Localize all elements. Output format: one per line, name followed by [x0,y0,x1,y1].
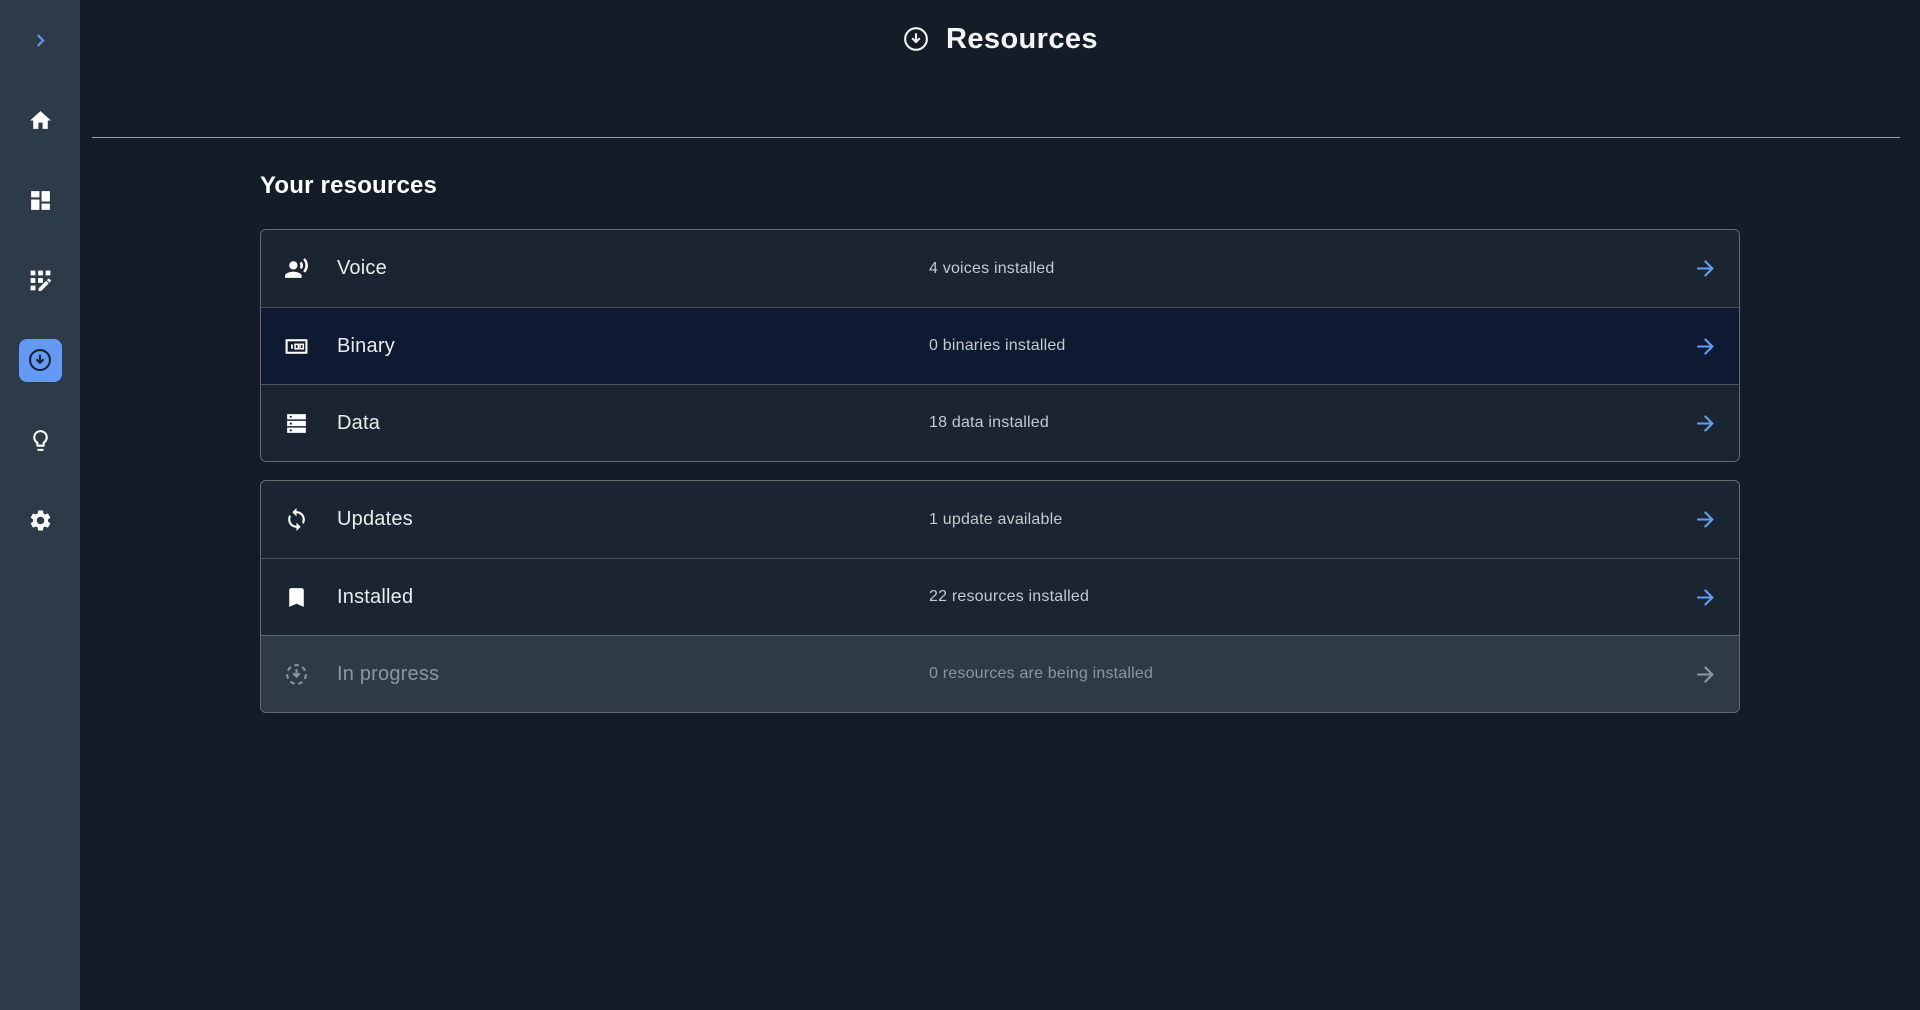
download-circle-icon [27,347,53,373]
page-header: Resources [80,0,1920,78]
row-status: 4 voices installed [929,260,1054,278]
bookmark-icon [284,585,309,610]
resource-group-types: Voice 4 voices installed Binary 0 binari… [260,229,1740,462]
arrow-right-icon [1693,334,1718,359]
content: Your resources Voice 4 voices installed … [80,172,1920,713]
row-status: 22 resources installed [929,588,1089,606]
page-title: Resources [946,23,1098,56]
row-status: 0 binaries installed [929,337,1066,355]
binary-icon [284,334,309,359]
sidebar-item-metadata-editor[interactable] [0,240,80,320]
arrow-right-icon [1693,411,1718,436]
arrow-right-icon [1693,585,1718,610]
sidebar-item-dashboard[interactable] [0,160,80,240]
sync-icon [284,507,309,532]
download-circle-icon [902,25,930,53]
grid-edit-icon [28,268,53,293]
sidebar-item-settings[interactable] [0,480,80,560]
sidebar-item-resources[interactable] [0,320,80,400]
header-divider [92,137,1900,138]
lightbulb-icon [28,428,53,453]
sidebar-item-expand[interactable] [0,0,80,80]
arrow-right-icon [1693,662,1718,687]
resource-group-status: Updates 1 update available Installed 22 … [260,480,1740,713]
arrow-right-icon [1693,256,1718,281]
row-label: Binary [337,335,395,358]
sidebar-item-ideas[interactable] [0,400,80,480]
sidebar [0,0,80,1010]
row-label: Voice [337,257,387,280]
row-status: 1 update available [929,511,1062,529]
downloading-icon [284,662,309,687]
row-label: In progress [337,663,439,686]
active-nav-highlight [19,339,62,382]
row-label: Installed [337,586,413,609]
voice-icon [284,256,309,281]
home-icon [28,108,53,133]
gear-icon [28,508,53,533]
row-status: 18 data installed [929,414,1049,432]
resource-row-in-progress[interactable]: In progress 0 resources are being instal… [261,635,1739,712]
dashboard-icon [28,188,53,213]
main-area: Resources Your resources Voice 4 voices … [80,0,1920,1010]
arrow-right-icon [1693,507,1718,532]
resource-row-binary[interactable]: Binary 0 binaries installed [261,307,1739,384]
section-heading: Your resources [260,172,1920,200]
data-icon [284,411,309,436]
resource-row-voice[interactable]: Voice 4 voices installed [261,230,1739,307]
resource-row-data[interactable]: Data 18 data installed [261,384,1739,461]
resource-row-updates[interactable]: Updates 1 update available [261,481,1739,558]
row-label: Data [337,412,380,435]
row-label: Updates [337,508,413,531]
sidebar-item-home[interactable] [0,80,80,160]
chevron-right-icon [28,28,53,53]
resource-row-installed[interactable]: Installed 22 resources installed [261,558,1739,635]
row-status: 0 resources are being installed [929,665,1153,683]
